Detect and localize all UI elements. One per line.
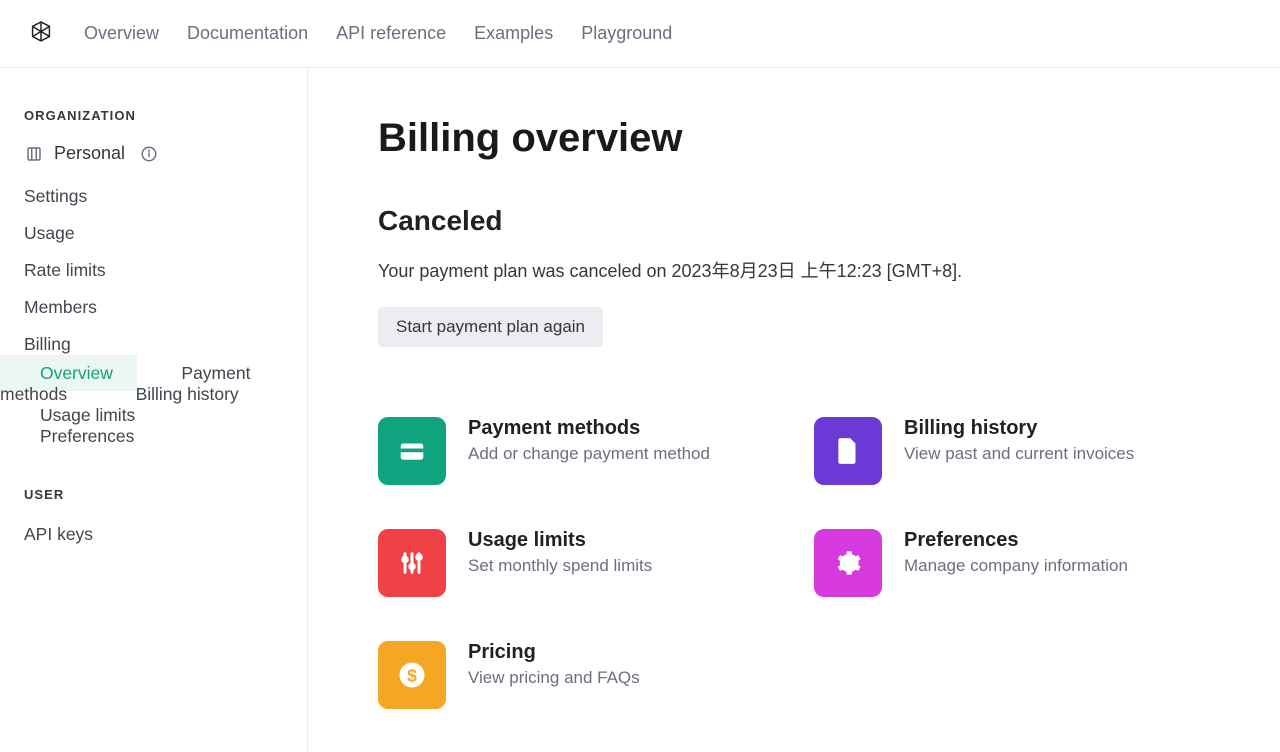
card-usage-limits[interactable]: Usage limits Set monthly spend limits <box>378 529 774 597</box>
top-nav: Overview Documentation API reference Exa… <box>0 0 1280 68</box>
dollar-icon: $ <box>378 641 446 709</box>
sidebar-item-settings[interactable]: Settings <box>0 178 307 215</box>
openai-logo-icon <box>26 19 56 49</box>
nav-overview[interactable]: Overview <box>84 23 159 44</box>
nav-playground[interactable]: Playground <box>581 23 672 44</box>
card-desc: View past and current invoices <box>904 444 1134 464</box>
nav-documentation[interactable]: Documentation <box>187 23 308 44</box>
card-preferences[interactable]: Preferences Manage company information <box>814 529 1210 597</box>
org-selector[interactable]: Personal <box>0 137 307 178</box>
main-content: Billing overview Canceled Your payment p… <box>308 68 1280 752</box>
card-pricing[interactable]: $ Pricing View pricing and FAQs <box>378 641 774 709</box>
info-icon[interactable] <box>139 144 159 164</box>
page-title: Billing overview <box>378 116 1210 161</box>
credit-card-icon <box>378 417 446 485</box>
sidebar-section-organization: ORGANIZATION <box>0 108 307 123</box>
sidebar-item-api-keys[interactable]: API keys <box>0 516 307 553</box>
nav-examples[interactable]: Examples <box>474 23 553 44</box>
gear-icon <box>814 529 882 597</box>
card-desc: Manage company information <box>904 556 1128 576</box>
svg-text:$: $ <box>407 665 417 685</box>
building-icon <box>24 144 44 164</box>
sidebar-subitem-preferences[interactable]: Preferences <box>0 418 158 454</box>
card-title: Payment methods <box>468 417 710 440</box>
sliders-icon <box>378 529 446 597</box>
openai-logo[interactable] <box>26 19 56 49</box>
card-title: Billing history <box>904 417 1134 440</box>
card-desc: View pricing and FAQs <box>468 668 640 688</box>
start-payment-plan-button[interactable]: Start payment plan again <box>378 307 603 347</box>
card-title: Usage limits <box>468 529 652 552</box>
sidebar-item-rate-limits[interactable]: Rate limits <box>0 252 307 289</box>
sidebar-item-usage[interactable]: Usage <box>0 215 307 252</box>
sidebar-item-members[interactable]: Members <box>0 289 307 326</box>
status-description: Your payment plan was canceled on 2023年8… <box>378 257 1210 283</box>
card-title: Pricing <box>468 641 640 664</box>
card-grid: Payment methods Add or change payment me… <box>378 417 1210 709</box>
card-desc: Add or change payment method <box>468 444 710 464</box>
card-title: Preferences <box>904 529 1128 552</box>
nav-api-reference[interactable]: API reference <box>336 23 446 44</box>
card-desc: Set monthly spend limits <box>468 556 652 576</box>
sidebar-section-user: USER <box>0 487 307 502</box>
org-name: Personal <box>54 143 125 164</box>
status-heading: Canceled <box>378 205 1210 237</box>
file-icon <box>814 417 882 485</box>
sidebar: ORGANIZATION Personal Settings Usage Rat… <box>0 68 308 752</box>
card-payment-methods[interactable]: Payment methods Add or change payment me… <box>378 417 774 485</box>
card-billing-history[interactable]: Billing history View past and current in… <box>814 417 1210 485</box>
